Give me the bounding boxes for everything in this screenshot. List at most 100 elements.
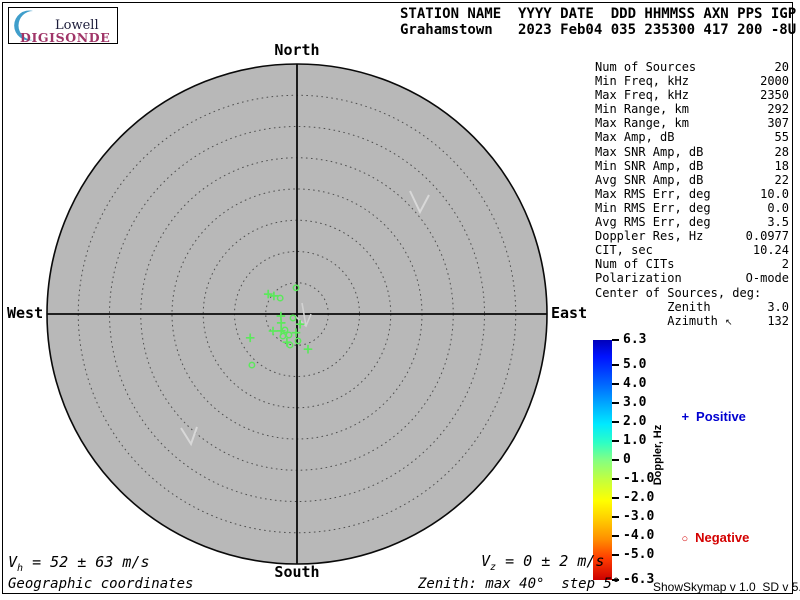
stat-row: Doppler Res, Hz 0.0977 — [595, 229, 789, 243]
colorbar-tick — [612, 439, 619, 442]
software-version: ShowSkymap v 1.0 SD v 5.1 — [653, 580, 800, 594]
stat-label: Avg RMS Err, deg — [595, 215, 711, 230]
stat-row: Min Range, km 292 — [595, 102, 789, 116]
colorbar-tick — [612, 363, 619, 366]
colorbar-tick-label: 4.0 — [623, 375, 647, 391]
colorbar-tick-label: -6.3 — [623, 571, 655, 587]
stat-row: Max RMS Err, deg 10.0 — [595, 187, 789, 201]
stat-value: 2 — [781, 257, 789, 272]
stat-label: Center of Sources, deg: — [595, 285, 762, 300]
colorbar-tick — [612, 554, 619, 557]
compass-label-north: North — [274, 41, 320, 59]
zenith-scale-note: Zenith: max 40° step 5° — [418, 576, 621, 592]
stat-label: Azimuth ↖ — [595, 313, 733, 328]
stat-row: Num of CITs 2 — [595, 257, 789, 271]
negative-marker-icon: ○ — [681, 533, 689, 545]
stat-label: Avg SNR Amp, dB — [595, 172, 704, 187]
logo-digisonde-text: DIGISONDE — [20, 30, 111, 45]
stat-label: Num of Sources — [595, 60, 697, 74]
stat-value: 0.0 — [767, 200, 789, 215]
colorbar-tick — [612, 497, 619, 500]
stat-row: CIT, sec 10.24 — [595, 243, 789, 257]
stat-value: 22 — [774, 172, 789, 187]
stat-row: Min RMS Err, deg 0.0 — [595, 201, 789, 215]
compass-label-west: West — [7, 304, 44, 322]
stat-row: Avg RMS Err, deg 3.5 — [595, 215, 789, 229]
colorbar-tick-label: 3.0 — [623, 394, 647, 410]
stat-label: Max Freq, kHz — [595, 88, 689, 103]
stat-label: Polarization — [595, 271, 682, 286]
colorbar-tick — [612, 516, 619, 519]
compass-label-east: East — [551, 304, 588, 322]
stat-row: Polarization O-mode — [595, 271, 789, 285]
stat-value: 132 — [767, 313, 789, 328]
colorbar-tick — [612, 478, 619, 481]
colorbar-tick-label: -1.0 — [623, 470, 655, 486]
legend-negative-label: Negative — [695, 530, 750, 545]
stat-label: Min Range, km — [595, 102, 689, 117]
stat-label: Min SNR Amp, dB — [595, 158, 704, 173]
showskymap-window: Lowell DIGISONDE STATION NAME YYYY DATE … — [0, 0, 800, 600]
colorbar-tick-label: -5.0 — [623, 547, 655, 563]
stat-label: Min Freq, kHz — [595, 74, 689, 89]
stat-value: 20 — [774, 60, 789, 74]
colorbar-tick — [612, 535, 619, 538]
colorbar-tick-label: -4.0 — [623, 528, 655, 544]
stat-label: Max Range, km — [595, 116, 689, 131]
stat-row: Num of Sources 20 — [595, 60, 789, 74]
colorbar-tick-label: 0 — [623, 451, 631, 467]
stat-value: 0.0977 — [745, 229, 789, 244]
legend-negative: ○ Negative — [667, 515, 749, 560]
colorbar-tick — [612, 382, 619, 385]
azimuth-direction-arrow-icon: ↖ — [725, 317, 733, 328]
stat-value: 3.5 — [767, 215, 789, 230]
stat-label: Max SNR Amp, dB — [595, 144, 704, 159]
colorbar-tick — [612, 459, 619, 461]
stat-row: Min SNR Amp, dB 18 — [595, 159, 789, 173]
stat-row: Max SNR Amp, dB 28 — [595, 145, 789, 159]
stat-label: Zenith — [595, 299, 711, 314]
stat-row: Max Freq, kHz 2350 — [595, 88, 789, 102]
stat-row: Azimuth ↖ 132 — [595, 314, 789, 328]
legend-positive-label: Positive — [696, 409, 746, 424]
header-column-titles: STATION NAME YYYY DATE DDD HHMMSS AXN PP… — [400, 6, 797, 22]
positive-marker-icon: + — [681, 409, 690, 424]
doppler-axis-label: Doppler, Hz — [652, 424, 664, 486]
stat-label: Doppler Res, Hz — [595, 229, 704, 244]
stats-panel: Num of Sources 20 Min Freq, kHz 2000 Max Fre… — [595, 60, 789, 328]
stat-value: 55 — [774, 130, 789, 145]
stat-row: Max Range, km 307 — [595, 116, 789, 130]
stat-value: 10.0 — [760, 186, 789, 201]
colorbar-tick-label: -2.0 — [623, 489, 655, 505]
lowell-digisonde-logo: Lowell DIGISONDE — [8, 7, 118, 44]
stat-value: 292 — [767, 102, 789, 117]
stat-label: CIT, sec — [595, 243, 653, 258]
stat-row: Zenith 3.0 — [595, 300, 789, 314]
stat-row: Center of Sources, deg: — [595, 286, 789, 300]
colorbar-tick-label: -3.0 — [623, 509, 655, 525]
stat-value: 3.0 — [767, 299, 789, 314]
stat-row: Max Amp, dB 55 — [595, 130, 789, 144]
header-station-values: Grahamstown 2023 Feb04 035 235300 417 20… — [400, 22, 797, 38]
stat-value: 307 — [767, 116, 789, 131]
skymap-plot — [46, 63, 548, 565]
stat-value: O-mode — [745, 271, 789, 286]
stat-value: 2000 — [760, 74, 789, 89]
colorbar-tick-label: 6.3 — [623, 331, 647, 347]
stat-label: Min RMS Err, deg — [595, 200, 711, 215]
stat-value: 18 — [774, 158, 789, 173]
stat-label: Num of CITs — [595, 257, 675, 272]
colorbar-tick-label: 2.0 — [623, 413, 647, 429]
coordinate-system-note: Geographic coordinates — [8, 576, 194, 592]
stat-label: Max Amp, dB — [595, 130, 675, 145]
colorbar-tick — [612, 401, 619, 404]
stat-value: 10.24 — [752, 243, 789, 258]
stat-value: 2350 — [760, 88, 789, 103]
horizontal-velocity-readout: Vh = 52 ± 63 m/s — [8, 553, 150, 574]
stat-row: Avg SNR Amp, dB 22 — [595, 173, 789, 187]
colorbar-tick-label: 5.0 — [623, 356, 647, 372]
compass-label-south: South — [274, 563, 320, 581]
colorbar-tick — [612, 339, 619, 341]
colorbar-tick-label: 1.0 — [623, 432, 647, 448]
legend-positive: + Positive — [667, 394, 746, 439]
